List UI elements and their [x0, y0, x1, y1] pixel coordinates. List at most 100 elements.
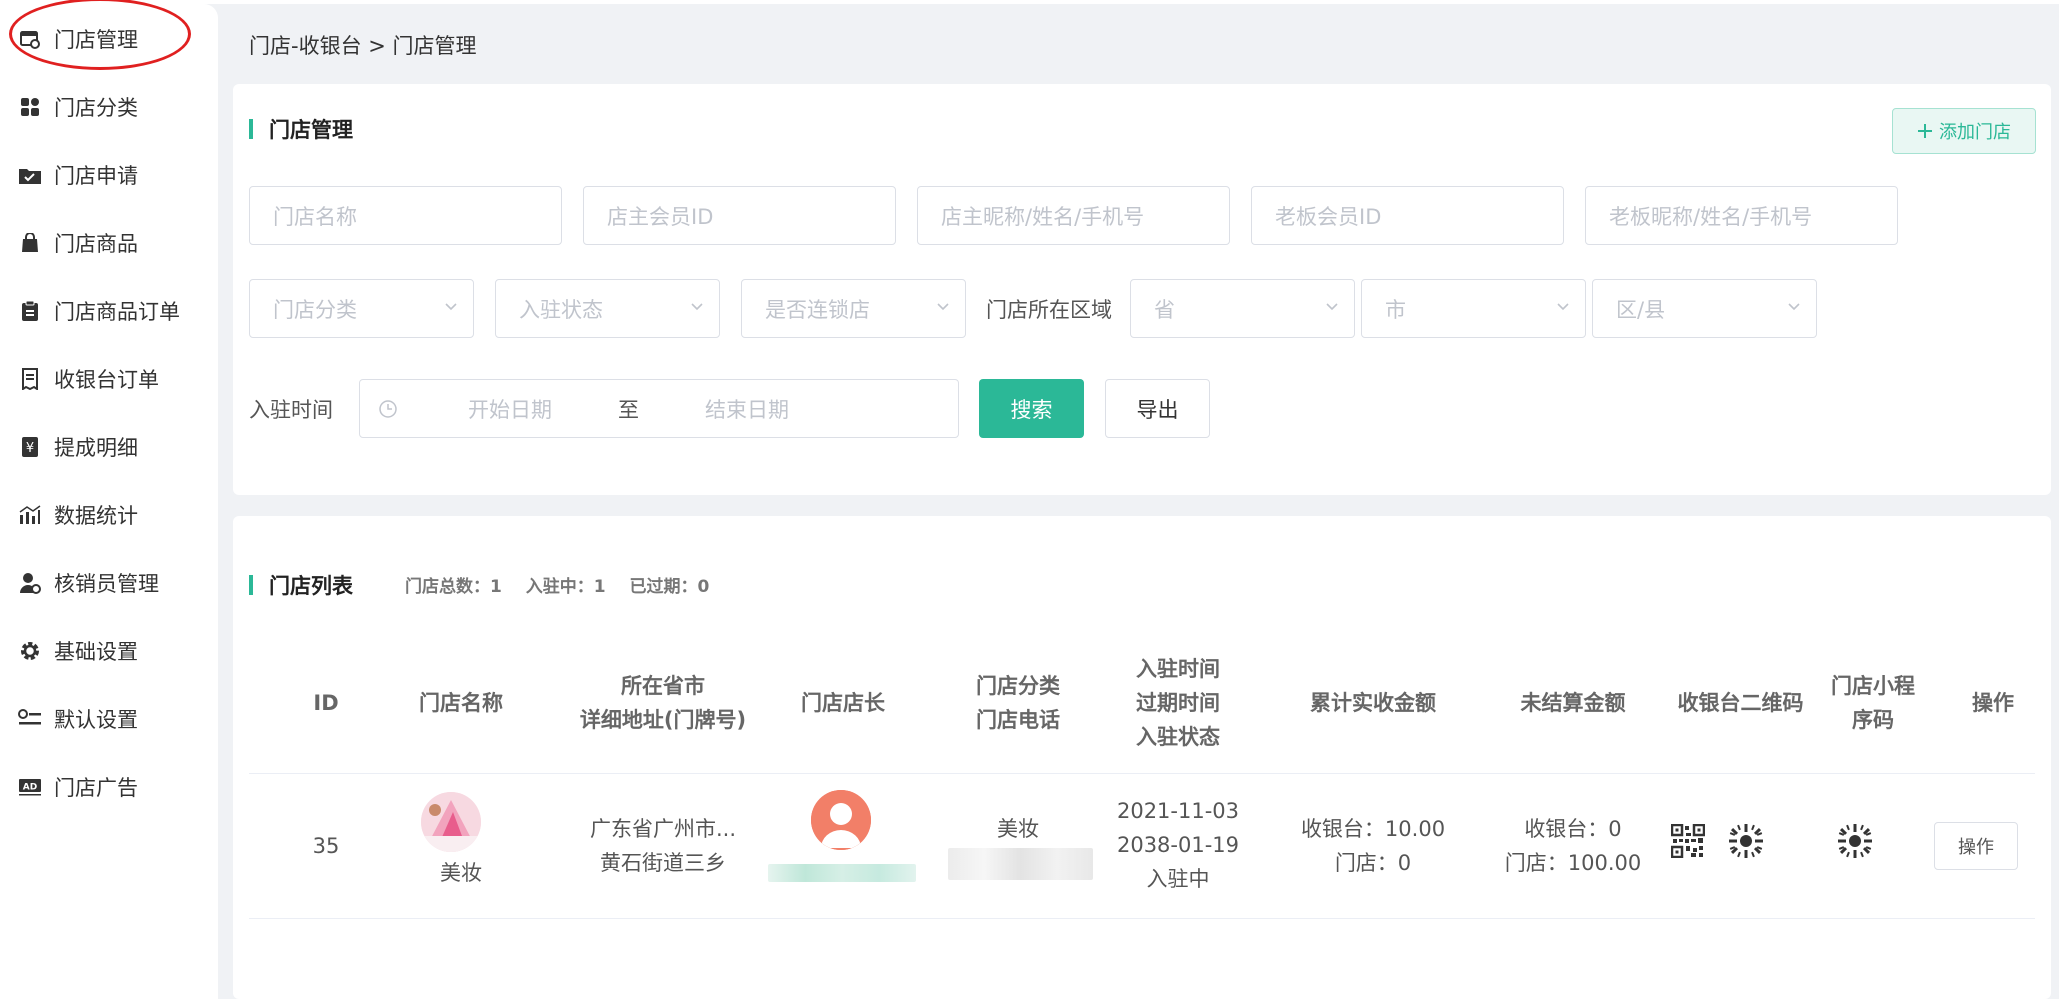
sidebar-item-label: 提成明细	[54, 436, 138, 460]
cell-category: 美妆	[997, 817, 1039, 841]
date-separator: 至	[618, 397, 639, 422]
header-region-line2: 详细地址(门牌号)	[579, 708, 747, 732]
province-select[interactable]: 省	[1130, 279, 1355, 338]
chain-select[interactable]: 是否连锁店	[741, 279, 966, 338]
category-select[interactable]: 门店分类	[249, 279, 474, 338]
row-operation-button[interactable]: 操作	[1934, 822, 2018, 870]
header-region: 所在省市 详细地址(门牌号)	[548, 669, 778, 737]
search-button[interactable]: 搜索	[979, 379, 1084, 438]
store-name-input[interactable]: 门店名称	[249, 186, 562, 245]
sidebar-item-store-application[interactable]: 门店申请	[0, 150, 218, 200]
store-mini-program-code-icon[interactable]	[1836, 822, 1874, 860]
store-phone-redacted	[948, 848, 1093, 880]
sidebar-item-store-category[interactable]: 门店分类	[0, 82, 218, 132]
owner-name-input[interactable]: 店主昵称/姓名/手机号	[917, 186, 1230, 245]
header-mini-line2: 序码	[1852, 708, 1894, 732]
header-id: ID	[313, 691, 339, 715]
cashier-qr-code-icon[interactable]	[1671, 824, 1705, 858]
sidebar-item-store-ads[interactable]: AD 门店广告	[0, 762, 218, 812]
province-select-value: 省	[1154, 297, 1175, 322]
gear-icon	[18, 639, 42, 663]
sidebar-item-cashier-orders[interactable]: 收银台订单	[0, 354, 218, 404]
chevron-down-icon	[1326, 303, 1338, 311]
manager-avatar	[811, 790, 871, 850]
owner-member-id-input[interactable]: 店主会员ID	[583, 186, 896, 245]
boss-name-input[interactable]: 老板昵称/姓名/手机号	[1585, 186, 1898, 245]
store-stats: 门店总数：1 入驻中：1 已过期：0	[405, 572, 727, 597]
date-range-picker[interactable]: 开始日期 至 结束日期	[359, 379, 959, 438]
sidebar-item-verifier-management[interactable]: 核销员管理	[0, 558, 218, 608]
export-button[interactable]: 导出	[1105, 379, 1210, 438]
chain-select-value: 是否连锁店	[765, 297, 870, 322]
svg-text:AD: AD	[23, 783, 37, 793]
section-title: 门店管理	[249, 114, 353, 144]
store-icon	[18, 27, 42, 51]
sidebar-item-label: 门店商品	[54, 232, 138, 256]
filter-card: 门店管理 添加门店 门店名称 店主会员ID 店主昵称/姓名/手机号 老板会员ID…	[233, 84, 2051, 495]
sidebar-item-label: 门店广告	[54, 776, 138, 800]
section-title: 门店列表	[249, 570, 353, 600]
header-category-phone: 门店分类 门店电话	[943, 669, 1093, 737]
cell-expire-time: 2038-01-19	[1116, 833, 1240, 857]
cell-region: 广东省广州市... 黄石街道三乡	[548, 812, 778, 880]
breadcrumb: 门店-收银台 > 门店管理	[249, 34, 477, 58]
row-divider	[249, 918, 2035, 919]
chevron-down-icon	[937, 303, 949, 311]
category-select-value: 门店分类	[273, 297, 357, 322]
clipboard-icon	[18, 299, 42, 323]
header-join-time: 入驻时间	[1136, 657, 1220, 681]
title-accent-bar	[249, 119, 253, 139]
cell-province-city: 广东省广州市...	[589, 817, 737, 841]
city-select[interactable]: 市	[1361, 279, 1586, 338]
district-select[interactable]: 区/县	[1592, 279, 1817, 338]
manager-name-redacted	[768, 864, 916, 882]
cell-address: 黄石街道三乡	[600, 851, 726, 875]
boss-member-id-input[interactable]: 老板会员ID	[1251, 186, 1564, 245]
add-store-button[interactable]: 添加门店	[1892, 108, 2036, 154]
receipt-icon	[18, 367, 42, 391]
sidebar-item-commission[interactable]: ¥ 提成明细	[0, 422, 218, 472]
end-date-input[interactable]: 结束日期	[705, 394, 789, 424]
city-select-value: 市	[1385, 297, 1406, 322]
cell-received-store: 门店：0	[1334, 851, 1412, 875]
start-date-input[interactable]: 开始日期	[468, 394, 552, 424]
region-label: 门店所在区域	[986, 298, 1112, 322]
district-select-value: 区/县	[1616, 297, 1666, 322]
sidebar-item-label: 基础设置	[54, 640, 138, 664]
category-icon	[18, 95, 42, 119]
sidebar-item-label: 门店管理	[54, 28, 138, 52]
header-mini-program-code: 门店小程 序码	[1813, 669, 1933, 737]
status-select[interactable]: 入驻状态	[495, 279, 720, 338]
sidebar-item-label: 数据统计	[54, 504, 138, 528]
sidebar-item-store-management[interactable]: 门店管理	[0, 14, 218, 64]
header-store-name: 门店名称	[419, 691, 503, 715]
sidebar-item-basic-settings[interactable]: 基础设置	[0, 626, 218, 676]
sidebar-item-statistics[interactable]: 数据统计	[0, 490, 218, 540]
sidebar-item-label: 收银台订单	[54, 368, 159, 392]
header-category: 门店分类	[976, 674, 1060, 698]
cell-times: 2021-11-03 2038-01-19 入驻中	[1103, 794, 1253, 896]
chevron-down-icon	[1557, 303, 1569, 311]
stat-total: 门店总数：1	[405, 577, 502, 597]
shopping-bag-icon	[18, 231, 42, 255]
ad-icon: AD	[18, 775, 42, 799]
cashier-mini-code-icon[interactable]	[1727, 822, 1765, 860]
sidebar-item-store-goods-orders[interactable]: 门店商品订单	[0, 286, 218, 336]
header-received: 累计实收金额	[1310, 691, 1436, 715]
chevron-down-icon	[445, 303, 457, 311]
header-expire-time: 过期时间	[1136, 691, 1220, 715]
filter-title: 门店管理	[269, 118, 353, 142]
store-list-card: 门店列表 门店总数：1 入驻中：1 已过期：0 ID 门店名称 所在省市 详细地…	[233, 516, 2051, 999]
user-manage-icon	[18, 571, 42, 595]
plus-icon	[1918, 124, 1932, 138]
clock-icon	[379, 399, 397, 418]
sidebar: 门店管理 门店分类 门店申请 门店商品 门店商品订单 收银台订单 ¥ 提成明细 …	[0, 0, 218, 999]
header-manager: 门店店长	[801, 691, 885, 715]
cell-unsettled-store: 门店：100.00	[1504, 851, 1642, 875]
sidebar-item-store-goods[interactable]: 门店商品	[0, 218, 218, 268]
sidebar-item-default-settings[interactable]: 默认设置	[0, 694, 218, 744]
header-times: 入驻时间 过期时间 入驻状态	[1103, 652, 1253, 754]
store-avatar	[421, 792, 481, 852]
sidebar-item-label: 门店分类	[54, 96, 138, 120]
header-divider	[249, 773, 2035, 774]
